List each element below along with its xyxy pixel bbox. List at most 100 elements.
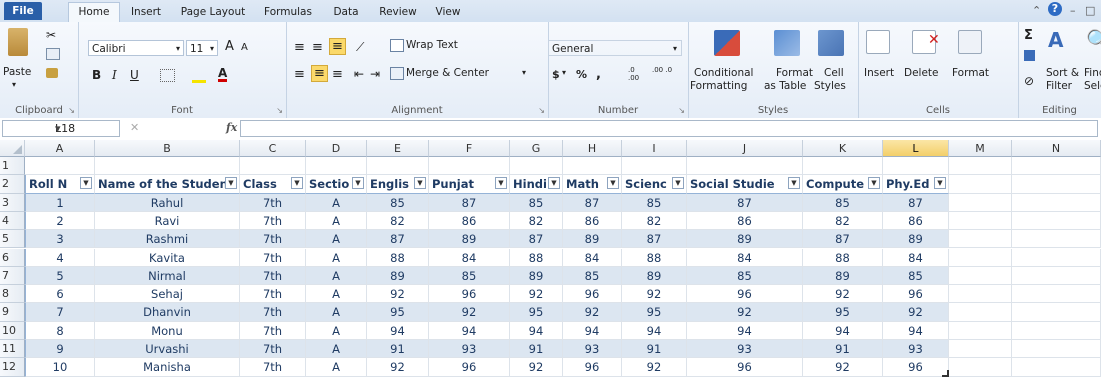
cell[interactable] (1012, 321, 1101, 340)
cell[interactable] (1012, 157, 1101, 176)
table-cell[interactable]: 85 (429, 266, 510, 286)
table-cell[interactable]: 91 (622, 340, 687, 359)
column-header-i[interactable]: I (622, 140, 687, 157)
table-cell[interactable]: 86 (563, 211, 622, 231)
table-cell[interactable]: 7th (240, 211, 306, 231)
table-cell[interactable]: 96 (563, 285, 622, 304)
cell[interactable] (1012, 211, 1101, 231)
table-cell[interactable]: 3 (25, 230, 95, 249)
sort-filter-label-1[interactable]: Sort & (1046, 67, 1079, 79)
find-select-icon[interactable]: 🔍 (1086, 28, 1101, 52)
table-cell[interactable]: 1 (25, 193, 95, 212)
table-cell[interactable]: 7th (240, 303, 306, 322)
tab-data[interactable]: Data (328, 3, 364, 22)
table-cell[interactable]: 95 (622, 303, 687, 322)
table-cell[interactable]: 92 (622, 358, 687, 377)
table-cell[interactable]: 7th (240, 358, 306, 377)
table-cell[interactable]: 87 (563, 193, 622, 212)
table-cell[interactable]: Monu (95, 321, 240, 340)
align-center-icon[interactable]: ≡ (311, 65, 328, 82)
name-box-dropdown-icon[interactable]: ▾ (55, 122, 116, 135)
table-cell[interactable]: 87 (803, 230, 883, 249)
table-cell[interactable]: 93 (429, 340, 510, 359)
table-cell[interactable]: 91 (510, 340, 563, 359)
table-cell[interactable]: 96 (883, 285, 949, 304)
cell[interactable] (949, 230, 1012, 249)
table-cell[interactable]: 94 (687, 321, 803, 340)
table-cell[interactable]: 93 (883, 340, 949, 359)
table-cell[interactable]: 88 (367, 248, 429, 267)
table-cell[interactable]: 94 (367, 321, 429, 340)
help-icon[interactable]: ? (1048, 2, 1062, 16)
table-cell[interactable]: 96 (687, 285, 803, 304)
filter-dropdown-icon[interactable]: ▼ (548, 177, 560, 190)
table-header-cell[interactable]: Phy.Ed ▼ (883, 175, 949, 194)
table-cell[interactable]: Nirmal (95, 266, 240, 286)
cancel-icon[interactable]: ✕ (130, 121, 139, 134)
borders-icon[interactable] (160, 69, 175, 82)
filter-dropdown-icon[interactable]: ▼ (607, 177, 619, 190)
format-cells-icon[interactable] (958, 30, 982, 54)
table-cell[interactable]: 87 (687, 193, 803, 212)
table-cell[interactable]: 85 (367, 193, 429, 212)
filter-dropdown-icon[interactable]: ▼ (868, 177, 880, 190)
table-cell[interactable]: 82 (622, 211, 687, 231)
conditional-formatting-label-1[interactable]: Conditional (694, 67, 753, 79)
cell[interactable] (306, 157, 367, 176)
conditional-formatting-label-2[interactable]: Formatting (690, 80, 747, 92)
table-cell[interactable]: A (306, 266, 367, 286)
table-header-cell[interactable]: Englis ▼ (367, 175, 429, 194)
tab-home[interactable]: Home (68, 2, 120, 23)
table-header-cell[interactable]: Punjat ▼ (429, 175, 510, 194)
cell[interactable] (949, 193, 1012, 212)
table-cell[interactable]: 93 (563, 340, 622, 359)
number-launcher-icon[interactable]: ↘ (678, 106, 685, 115)
percent-button[interactable]: % (576, 68, 587, 81)
row-header-7[interactable]: 7 (0, 266, 25, 286)
number-format-select[interactable]: General ▾ (548, 40, 682, 56)
table-cell[interactable]: 82 (510, 211, 563, 231)
table-cell[interactable]: 96 (429, 358, 510, 377)
column-header-g[interactable]: G (510, 140, 563, 157)
table-cell[interactable]: 88 (803, 248, 883, 267)
column-header-h[interactable]: H (563, 140, 622, 157)
filter-dropdown-icon[interactable]: ▼ (495, 177, 507, 190)
increase-decimal-button[interactable]: .0 .00 (628, 66, 648, 82)
decrease-indent-icon[interactable]: ⇤ (354, 67, 364, 81)
filter-dropdown-icon[interactable]: ▼ (80, 177, 92, 190)
cell[interactable] (883, 157, 949, 176)
table-cell[interactable]: 9 (25, 340, 95, 359)
autosum-icon[interactable]: Σ (1024, 28, 1033, 43)
table-cell[interactable]: Sehaj (95, 285, 240, 304)
table-cell[interactable]: 86 (687, 211, 803, 231)
column-header-j[interactable]: J (687, 140, 803, 157)
table-cell[interactable]: 5 (25, 266, 95, 286)
cell[interactable] (949, 358, 1012, 377)
table-cell[interactable]: Kavita (95, 248, 240, 267)
table-cell[interactable]: 95 (803, 303, 883, 322)
table-cell[interactable]: 85 (883, 266, 949, 286)
table-cell[interactable]: 6 (25, 285, 95, 304)
table-cell[interactable]: 89 (687, 230, 803, 249)
table-cell[interactable]: 7th (240, 266, 306, 286)
row-header-12[interactable]: 12 (0, 358, 25, 377)
table-cell[interactable]: 88 (510, 248, 563, 267)
table-cell[interactable]: Rahul (95, 193, 240, 212)
table-cell[interactable]: 7th (240, 193, 306, 212)
table-cell[interactable]: 94 (510, 321, 563, 340)
cell[interactable] (1012, 340, 1101, 359)
align-middle-icon[interactable]: ≡ (312, 40, 323, 55)
insert-function-button[interactable]: fx (226, 121, 237, 134)
filter-dropdown-icon[interactable]: ▼ (788, 177, 800, 190)
table-cell[interactable]: 7 (25, 303, 95, 322)
column-header-a[interactable]: A (25, 140, 95, 157)
cell[interactable] (510, 157, 563, 176)
tab-review[interactable]: Review (376, 3, 420, 22)
table-cell[interactable]: 92 (803, 358, 883, 377)
table-cell[interactable]: A (306, 248, 367, 267)
table-cell[interactable]: 89 (803, 266, 883, 286)
italic-button[interactable]: I (112, 68, 117, 82)
table-cell[interactable]: 86 (429, 211, 510, 231)
tab-formulas[interactable]: Formulas (260, 3, 316, 22)
table-cell[interactable]: 2 (25, 211, 95, 231)
